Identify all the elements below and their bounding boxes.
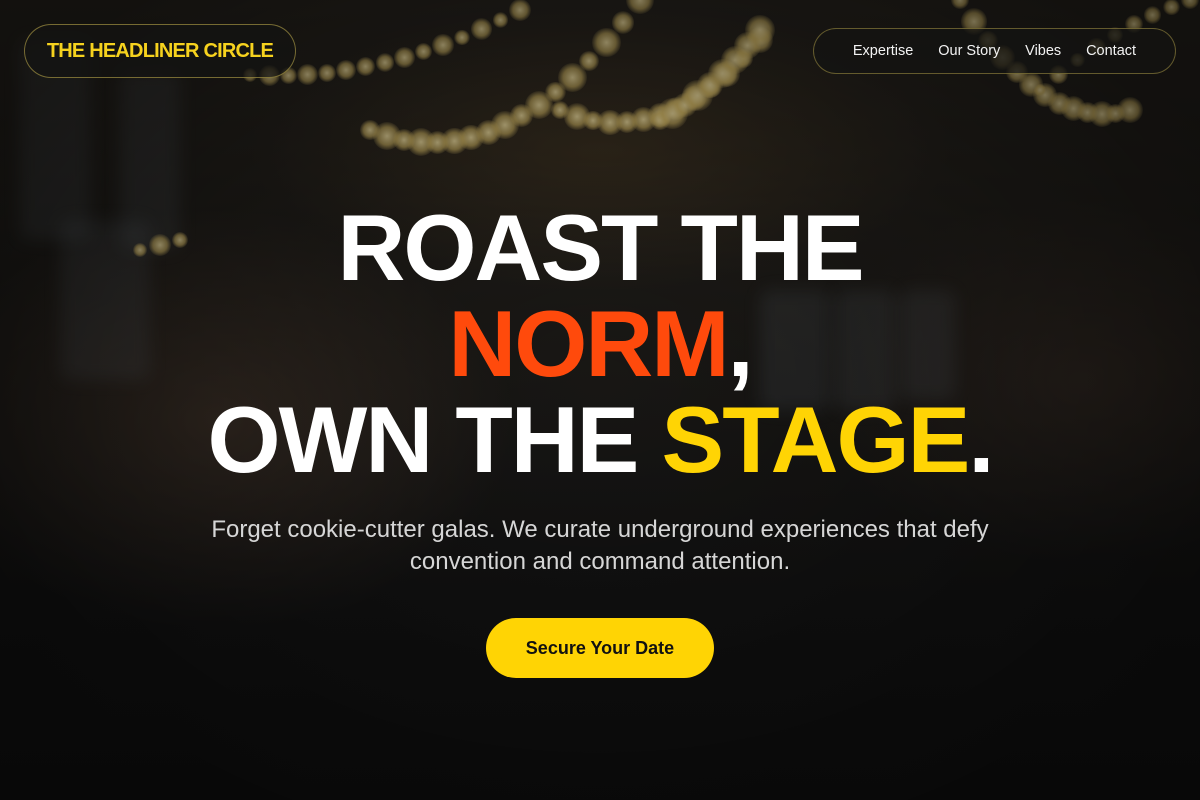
headline-line-3: OWN THE STAGE. [0,392,1200,488]
headline-line-2: NORM, [0,296,1200,392]
hero-headline: ROAST THE NORM, OWN THE STAGE. [0,200,1200,488]
hero-subtitle: Forget cookie-cutter galas. We curate un… [211,516,989,575]
headline-comma: , [727,291,754,396]
headline-own-the: OWN THE [207,387,662,492]
headline-highlight-stage: STAGE [661,387,971,492]
secure-your-date-button[interactable]: Secure Your Date [486,618,714,678]
nav-item-vibes[interactable]: Vibes [1025,43,1061,59]
brand-logo[interactable]: THE HEADLINER CIRCLE [24,24,296,78]
nav-item-expertise[interactable]: Expertise [853,43,913,59]
headline-line-1: ROAST THE [337,195,864,300]
nav-item-our-story[interactable]: Our Story [938,43,1000,59]
main-nav: Expertise Our Story Vibes Contact [813,28,1176,74]
nav-item-contact[interactable]: Contact [1086,43,1136,59]
brand-name: THE HEADLINER CIRCLE [46,39,274,62]
headline-highlight-norm: NORM [448,291,729,396]
headline-period: . [968,387,994,492]
